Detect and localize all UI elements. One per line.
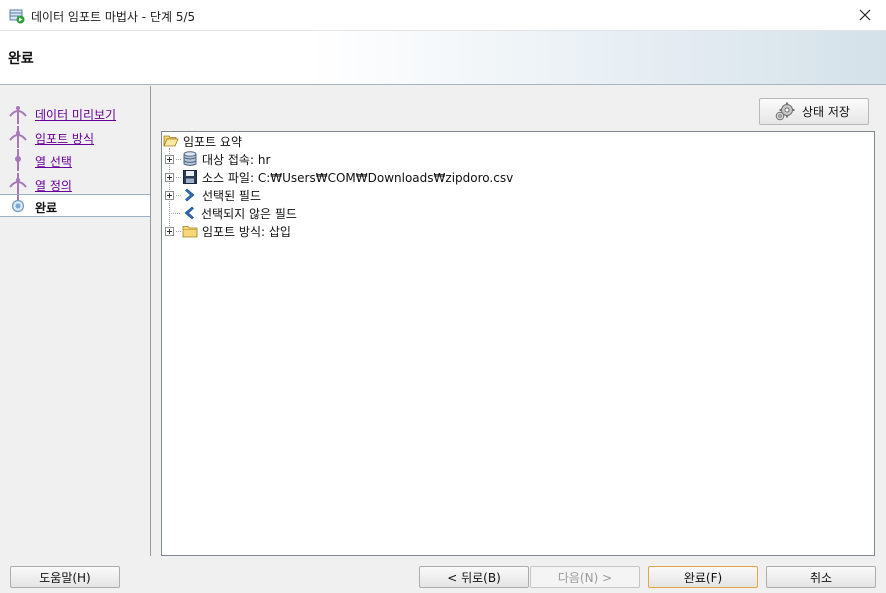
expand-icon[interactable] — [165, 154, 174, 164]
tree-connector — [176, 158, 181, 160]
back-button[interactable]: < 뒤로(B) — [419, 566, 529, 588]
tree-connector — [169, 212, 180, 214]
tree-connector — [176, 230, 181, 232]
sidebar-item-column-define[interactable]: 열 정의 — [0, 173, 150, 195]
tree-item-source-file[interactable]: 소스 파일: C:₩Users₩COM₩Downloads₩zipdoro.cs… — [165, 168, 513, 186]
tree-connector — [176, 194, 181, 196]
tree-item-target-connection[interactable]: 대상 접속: hr — [165, 150, 270, 168]
step-visited-icon — [9, 106, 27, 124]
tree-item-selected-fields[interactable]: 선택된 필드 — [165, 186, 261, 204]
tree-item-unselected-fields[interactable]: 선택되지 않은 필드 — [169, 204, 297, 222]
tree-item-import-method[interactable]: 임포트 방식: 삽입 — [165, 222, 291, 240]
sidebar-item-import-method[interactable]: 임포트 방식 — [0, 126, 150, 148]
close-icon — [859, 9, 871, 21]
save-state-button[interactable]: 상태 저장 — [759, 98, 869, 125]
tree-item-label: 대상 접속: hr — [202, 152, 271, 167]
wizard-app-icon — [9, 9, 25, 24]
step-visited-icon — [9, 173, 27, 195]
sidebar-item-label[interactable]: 임포트 방식 — [35, 130, 94, 147]
import-summary-tree — [161, 131, 875, 556]
open-folder-icon — [163, 133, 179, 149]
step-visited-icon — [9, 126, 27, 148]
expand-icon[interactable] — [165, 226, 174, 236]
sidebar-item-label[interactable]: 데이터 미리보기 — [35, 106, 116, 123]
sidebar-item-finish[interactable]: 완료 — [0, 194, 150, 217]
sidebar-item-label: 완료 — [35, 201, 58, 215]
expand-icon[interactable] — [165, 190, 174, 200]
step-current-icon — [11, 195, 25, 213]
arrow-left-icon — [181, 205, 197, 221]
sidebar-item-label[interactable]: 열 선택 — [35, 153, 72, 170]
tree-item-label: 선택되지 않은 필드 — [201, 206, 297, 221]
tree-item-label: 소스 파일: C:₩Users₩COM₩Downloads₩zipdoro.cs… — [202, 170, 514, 185]
window-title: 데이터 임포트 마법사 - 단계 5/5 — [31, 10, 196, 24]
tree-item-label: 선택된 필드 — [202, 188, 262, 203]
sidebar-item-label[interactable]: 열 정의 — [35, 177, 72, 194]
tree-root-label: 임포트 요약 — [183, 134, 243, 149]
gears-icon — [775, 102, 795, 120]
tree-item-label: 임포트 방식: 삽입 — [202, 224, 291, 239]
database-icon — [182, 151, 198, 167]
tree-root[interactable]: 임포트 요약 — [163, 132, 242, 150]
sidebar-item-data-preview[interactable]: 데이터 미리보기 — [0, 102, 150, 124]
step-visited-icon — [15, 149, 21, 171]
step-header: 완료 — [0, 31, 886, 85]
save-state-label: 상태 저장 — [802, 105, 850, 119]
step-title: 완료 — [8, 51, 34, 67]
sidebar-item-column-select[interactable]: 열 선택 — [0, 149, 150, 171]
finish-button[interactable]: 완료(F) — [648, 566, 758, 588]
cancel-button[interactable]: 취소 — [766, 566, 876, 588]
next-button[interactable]: 다음(N) > — [530, 566, 640, 588]
help-button[interactable]: 도움말(H) — [10, 566, 120, 588]
wizard-steps-sidebar: 데이터 미리보기 임포트 방식 열 선택 열 정의 완료 — [0, 86, 151, 556]
title-bar: 데이터 임포트 마법사 - 단계 5/5 — [0, 0, 886, 31]
close-button[interactable] — [852, 3, 878, 27]
floppy-disk-icon — [182, 169, 198, 185]
tree-connector — [176, 176, 181, 178]
arrow-right-icon — [182, 187, 198, 203]
folder-icon — [182, 223, 198, 239]
expand-icon[interactable] — [165, 172, 174, 182]
